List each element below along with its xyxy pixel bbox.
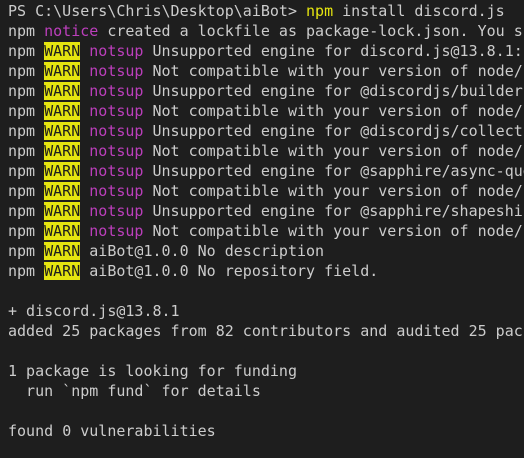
- warn-line: npm WARN aiBot@1.0.0 No repository field…: [8, 261, 524, 281]
- installed-line: + discord.js@13.8.1: [8, 302, 180, 320]
- warn-line: npm WARN notsup Unsupported engine for @…: [8, 121, 524, 141]
- warn-line: npm WARN notsup Unsupported engine for @…: [8, 201, 524, 221]
- warn-tag: WARN: [44, 122, 81, 140]
- line-text: created a lockfile as package-lock.json.…: [98, 22, 524, 40]
- line-text: found: [8, 422, 63, 440]
- line-prefix: npm: [8, 82, 45, 100]
- added-line: added 25 packages from 82 contributors a…: [8, 322, 524, 340]
- line-prefix: npm: [8, 202, 45, 220]
- line-prefix: npm: [8, 262, 45, 280]
- line-text: Unsupported engine for @discordjs/builde…: [143, 82, 524, 100]
- warn-tag: WARN: [44, 182, 81, 200]
- warn-tag: WARN: [44, 102, 81, 120]
- warn-tag: WARN: [44, 242, 81, 260]
- prompt-path: PS C:\Users\Chris\Desktop\aiBot>: [8, 2, 307, 20]
- notsup-tag: notsup: [80, 182, 144, 200]
- warn-tag: WARN: [44, 262, 81, 280]
- notsup-tag: notsup: [80, 102, 144, 120]
- warn-line: npm WARN notsup Unsupported engine for d…: [8, 41, 524, 61]
- line-prefix: npm: [8, 142, 45, 160]
- line-text: Unsupported engine for @discordjs/collec…: [143, 122, 524, 140]
- terminal-output[interactable]: PS C:\Users\Chris\Desktop\aiBot> npm ins…: [8, 1, 524, 458]
- warn-line: npm WARN aiBot@1.0.0 No description: [8, 241, 524, 261]
- warn-tag: WARN: [44, 42, 81, 60]
- line-text: vulnerabilities: [71, 422, 216, 440]
- line-prefix: npm: [8, 182, 45, 200]
- line-text: Not compatible with your version of node…: [143, 62, 524, 80]
- command-name: npm: [306, 2, 334, 20]
- vulnerability-count: 0: [62, 422, 72, 440]
- notsup-tag: notsup: [80, 82, 144, 100]
- funding-hint-line: run `npm fund` for details: [8, 382, 261, 400]
- notsup-tag: notsup: [80, 122, 144, 140]
- line-text: Unsupported engine for @sapphire/async-q…: [143, 162, 524, 180]
- notsup-tag: notsup: [80, 142, 144, 160]
- line-text: Not compatible with your version of node…: [143, 102, 524, 120]
- warn-tag: WARN: [44, 142, 81, 160]
- line-text: aiBot@1.0.0 No repository field.: [80, 262, 379, 280]
- warn-line: npm WARN notsup Not compatible with your…: [8, 61, 524, 81]
- line-prefix: npm: [8, 162, 45, 180]
- line-text: Unsupported engine for @sapphire/shapesh…: [143, 202, 523, 220]
- line-text: Not compatible with your version of node…: [143, 182, 524, 200]
- line-prefix: npm: [8, 102, 45, 120]
- warn-tag: WARN: [44, 222, 81, 240]
- warn-line: npm WARN notsup Not compatible with your…: [8, 141, 524, 161]
- line-text: aiBot@1.0.0 No description: [80, 242, 325, 260]
- warn-tag: WARN: [44, 62, 81, 80]
- notsup-tag: notsup: [80, 202, 144, 220]
- line-prefix: npm: [8, 22, 45, 40]
- notsup-tag: notsup: [80, 42, 144, 60]
- line-text: Not compatible with your version of node…: [143, 142, 524, 160]
- warn-line: npm WARN notsup Not compatible with your…: [8, 181, 524, 201]
- warn-line: npm WARN notsup Unsupported engine for @…: [8, 81, 524, 101]
- line-prefix: npm: [8, 242, 45, 260]
- notice-line: npm notice created a lockfile as package…: [8, 21, 524, 41]
- funding-line: 1 package is looking for funding: [8, 362, 297, 380]
- warn-line: npm WARN notsup Not compatible with your…: [8, 101, 524, 121]
- line-prefix: npm: [8, 62, 45, 80]
- line-text: Not compatible with your version of node…: [143, 222, 524, 240]
- line-prefix: npm: [8, 122, 45, 140]
- vulnerabilities-line: found 0 vulnerabilities: [8, 421, 524, 441]
- line-prefix: npm: [8, 42, 45, 60]
- warn-line: npm WARN notsup Unsupported engine for @…: [8, 161, 524, 181]
- notsup-tag: notsup: [80, 62, 144, 80]
- warn-lines: npm WARN notsup Unsupported engine for d…: [8, 41, 524, 241]
- warn-line: npm WARN notsup Not compatible with your…: [8, 221, 524, 241]
- notsup-tag: notsup: [80, 162, 144, 180]
- warn-tag: WARN: [44, 202, 81, 220]
- line-text: Unsupported engine for discord.js@13.8.1…: [143, 42, 523, 60]
- prompt-line: PS C:\Users\Chris\Desktop\aiBot> npm ins…: [8, 1, 524, 21]
- warn-tag: WARN: [44, 82, 81, 100]
- notsup-tag: notsup: [80, 222, 144, 240]
- command-args: install discord.js: [333, 2, 505, 20]
- warn-tag: WARN: [44, 162, 81, 180]
- line-prefix: npm: [8, 222, 45, 240]
- notice-tag: notice: [44, 22, 99, 40]
